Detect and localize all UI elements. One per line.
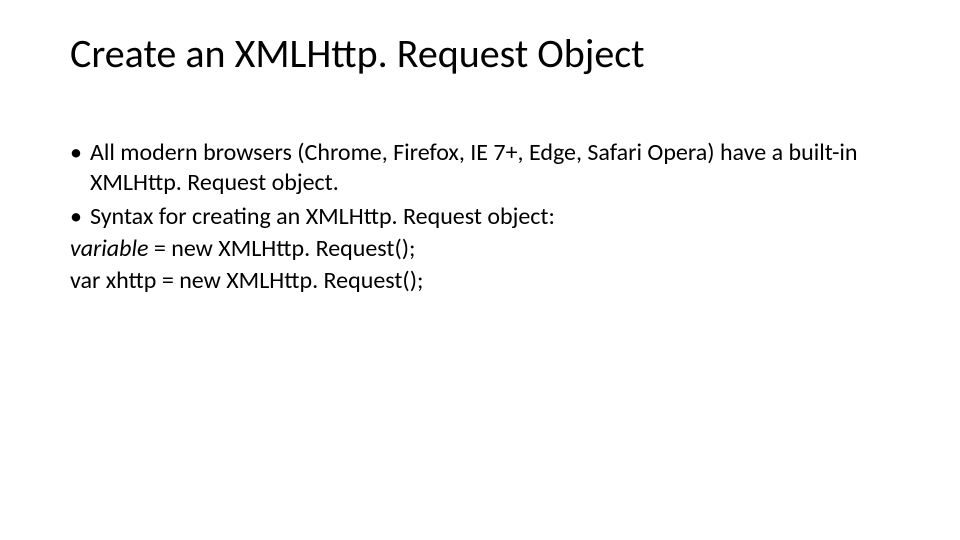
bullet-line-2: Syntax for creating an XMLHttp. Request … [90,202,555,231]
bullet-line-1: All modern browsers (Chrome, Firefox, IE… [90,138,858,197]
bullet-text: All modern browsers (Chrome, Firefox, IE… [90,138,890,198]
code-variable-italic: variable [70,234,148,263]
slide: Create an XMLHttp. Request Object • All … [0,0,960,540]
bullet-dot-icon: • [70,202,90,232]
slide-body: • All modern browsers (Chrome, Firefox, … [70,138,890,296]
slide-title: Create an XMLHttp. Request Object [70,30,890,78]
code-line: var xhttp = new XMLHttp. Request(); [70,266,890,296]
bullet-item: • Syntax for creating an XMLHttp. Reques… [70,202,890,232]
bullet-text: Syntax for creating an XMLHttp. Request … [90,202,890,232]
code-rest: = new XMLHttp. Request(); [148,234,415,263]
bullet-dot-icon: • [70,138,90,168]
bullet-item: • All modern browsers (Chrome, Firefox, … [70,138,890,198]
code-line: variable = new XMLHttp. Request(); [70,234,890,264]
